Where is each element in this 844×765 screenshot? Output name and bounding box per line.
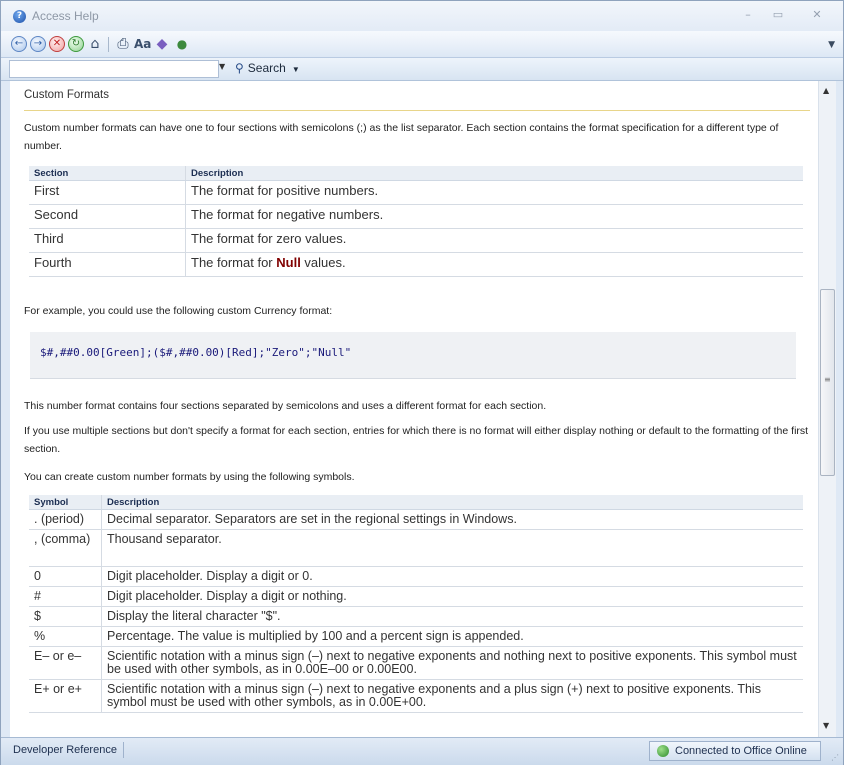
connection-status[interactable]: Connected to Office Online bbox=[649, 741, 821, 761]
search-scope-dropdown-icon[interactable]: ▼ bbox=[292, 65, 300, 74]
toolbar-separator bbox=[108, 37, 109, 52]
symbol-cell: E+ or e+ bbox=[29, 679, 102, 713]
vertical-scrollbar[interactable]: ▲ ≡ ▼ bbox=[818, 81, 836, 737]
refresh-icon[interactable]: ↻ bbox=[68, 36, 84, 52]
stop-icon[interactable]: ✕ bbox=[49, 36, 65, 52]
symbol-cell: # bbox=[29, 586, 102, 607]
help-article: Custom Formats Custom number formats can… bbox=[10, 81, 818, 737]
section-cell: Third bbox=[29, 228, 186, 253]
table-row: E+ or e+ Scientific notation with a minu… bbox=[29, 679, 803, 713]
symbol-cell: . (period) bbox=[29, 509, 102, 530]
home-icon[interactable]: ⌂ bbox=[87, 36, 103, 52]
table-of-contents-icon[interactable]: ◆ bbox=[154, 36, 170, 52]
table-header: Section bbox=[29, 166, 186, 181]
symbol-cell: $ bbox=[29, 606, 102, 627]
symbol-cell: 0 bbox=[29, 566, 102, 587]
table-row: , (comma) Thousand separator. bbox=[29, 529, 803, 567]
toolbar-options-chevron-icon[interactable]: ▼ bbox=[828, 40, 835, 50]
table-row: . (period) Decimal separator. Separators… bbox=[29, 509, 803, 530]
scroll-down-icon[interactable]: ▼ bbox=[823, 721, 829, 730]
help-window: ? Access Help – ▭ ✕ ← → ✕ ↻ ⌂ ⎙ Aa ◆ ● ▼… bbox=[0, 0, 844, 765]
table-row: Second The format for negative numbers. bbox=[29, 204, 803, 229]
table-row: First The format for positive numbers. bbox=[29, 180, 803, 205]
symbols-table: Symbol Description . (period) Decimal se… bbox=[29, 495, 803, 713]
table-row: E– or e– Scientific notation with a minu… bbox=[29, 646, 803, 680]
description-cell: Digit placeholder. Display a digit or no… bbox=[101, 586, 803, 607]
search-bar: ▼ ⚲ Search ▼ bbox=[1, 58, 843, 81]
page-title: Custom Formats bbox=[24, 89, 109, 101]
description-cell: Scientific notation with a minus sign (–… bbox=[101, 646, 803, 680]
description-cell: Decimal separator. Separators are set in… bbox=[101, 509, 803, 530]
section-cell: Second bbox=[29, 204, 186, 229]
table-row: $ Display the literal character "$". bbox=[29, 606, 803, 627]
search-input[interactable] bbox=[9, 60, 219, 78]
code-text: $#,##0.00[Green];($#,##0.00)[Red];"Zero"… bbox=[40, 346, 352, 359]
print-icon[interactable]: ⎙ bbox=[115, 36, 131, 52]
description-text: values. bbox=[300, 255, 346, 270]
text-size-icon[interactable]: Aa bbox=[134, 36, 151, 52]
example-intro: For example, you could use the following… bbox=[24, 305, 333, 317]
table-header: Symbol bbox=[29, 495, 102, 510]
description-cell: Display the literal character "$". bbox=[101, 606, 803, 627]
sections-paragraph: This number format contains four section… bbox=[24, 400, 547, 412]
multiple-sections-paragraph: If you use multiple sections but don't s… bbox=[24, 425, 809, 455]
table-row: # Digit placeholder. Display a digit or … bbox=[29, 586, 803, 607]
title-divider bbox=[24, 110, 810, 111]
scrollbar-grip-icon: ≡ bbox=[824, 375, 831, 384]
symbol-cell: % bbox=[29, 626, 102, 647]
table-row: Third The format for zero values. bbox=[29, 228, 803, 253]
table-header: Description bbox=[101, 495, 803, 510]
null-keyword: Null bbox=[276, 255, 301, 270]
search-button[interactable]: ⚲ Search ▼ bbox=[235, 61, 300, 75]
toolbar: ← → ✕ ↻ ⌂ ⎙ Aa ◆ ● ▼ bbox=[1, 31, 843, 58]
forward-icon[interactable]: → bbox=[30, 36, 46, 52]
table-row: % Percentage. The value is multiplied by… bbox=[29, 626, 803, 647]
description-cell: The format for negative numbers. bbox=[185, 204, 803, 229]
help-app-icon: ? bbox=[13, 10, 26, 23]
description-cell: The format for positive numbers. bbox=[185, 180, 803, 205]
table-header: Description bbox=[185, 166, 803, 181]
table-row: 0 Digit placeholder. Display a digit or … bbox=[29, 566, 803, 587]
window-title: Access Help bbox=[32, 9, 99, 23]
scroll-up-icon[interactable]: ▲ bbox=[823, 86, 829, 95]
description-cell: Digit placeholder. Display a digit or 0. bbox=[101, 566, 803, 587]
description-cell: The format for zero values. bbox=[185, 228, 803, 253]
search-history-dropdown-icon[interactable]: ▼ bbox=[219, 62, 225, 71]
help-scope-label[interactable]: Developer Reference bbox=[7, 742, 124, 758]
search-icon: ⚲ bbox=[235, 61, 244, 75]
minimize-button[interactable]: – bbox=[735, 6, 761, 24]
intro-paragraph: Custom number formats can have one to fo… bbox=[24, 122, 779, 152]
globe-icon bbox=[657, 745, 669, 757]
symbol-cell: , (comma) bbox=[29, 529, 102, 567]
description-cell: The format for Null values. bbox=[185, 252, 803, 277]
back-icon[interactable]: ← bbox=[11, 36, 27, 52]
pushpin-icon[interactable]: ● bbox=[174, 36, 190, 52]
sections-table: Section Description First The format for… bbox=[29, 166, 803, 277]
close-button[interactable]: ✕ bbox=[804, 6, 830, 24]
symbol-cell: E– or e– bbox=[29, 646, 102, 680]
description-text: The format for bbox=[191, 255, 277, 270]
status-bar: Developer Reference Connected to Office … bbox=[1, 737, 843, 765]
maximize-button[interactable]: ▭ bbox=[765, 6, 791, 24]
scrollbar-thumb[interactable]: ≡ bbox=[820, 289, 835, 476]
table-row: Fourth The format for Null values. bbox=[29, 252, 803, 277]
description-cell: Percentage. The value is multiplied by 1… bbox=[101, 626, 803, 647]
title-bar: ? Access Help – ▭ ✕ bbox=[1, 1, 843, 31]
resize-grip-icon[interactable]: ⋰ bbox=[831, 753, 839, 762]
search-button-label: Search bbox=[247, 61, 286, 75]
section-cell: First bbox=[29, 180, 186, 205]
description-cell: Thousand separator. bbox=[101, 529, 803, 567]
description-cell: Scientific notation with a minus sign (–… bbox=[101, 679, 803, 713]
code-sample: $#,##0.00[Green];($#,##0.00)[Red];"Zero"… bbox=[30, 332, 796, 379]
section-cell: Fourth bbox=[29, 252, 186, 277]
symbols-intro-paragraph: You can create custom number formats by … bbox=[24, 471, 355, 483]
connection-status-text: Connected to Office Online bbox=[675, 745, 807, 757]
